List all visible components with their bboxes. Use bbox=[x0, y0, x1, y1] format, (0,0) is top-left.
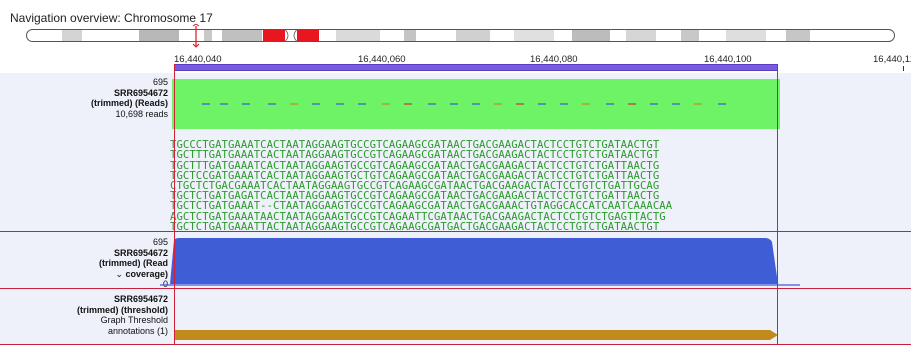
threshold-track-line3: Graph Threshold bbox=[100, 315, 168, 325]
coverage-graph[interactable] bbox=[160, 232, 800, 288]
threshold-annotation[interactable] bbox=[172, 329, 782, 341]
reads-track-subtitle: (trimmed) (Reads) bbox=[90, 98, 168, 108]
reads-max-value: 695 bbox=[152, 77, 168, 87]
reads-count: 10,698 reads bbox=[115, 108, 168, 119]
read-sequences[interactable]: TGCCCTGATGAAATCACTAATAGGAAGTGCCGTCAGAAGC… bbox=[170, 130, 672, 242]
navigation-title: Navigation overview: Chromosome 17 bbox=[10, 11, 213, 25]
threshold-track-subtitle: (trimmed) (threshold) bbox=[77, 304, 168, 315]
threshold-track-label: SRR6954672 (trimmed) (threshold) Graph T… bbox=[0, 294, 168, 336]
reads-track-name: SRR6954672 bbox=[113, 87, 168, 98]
tick-mark bbox=[903, 66, 904, 71]
threshold-track-line4: annotations (1) bbox=[107, 325, 168, 336]
threshold-track-name: SRR6954672 bbox=[113, 294, 168, 304]
tick-label: 16,440,12 bbox=[873, 54, 911, 65]
chromosome-ideogram[interactable] bbox=[26, 29, 895, 42]
coverage-track-subtitle: (trimmed) (Read bbox=[98, 258, 168, 268]
position-marker-icon[interactable] bbox=[192, 24, 200, 48]
reads-track-label: 695 SRR6954672 (trimmed) (Reads) 10,698 … bbox=[0, 77, 168, 119]
dropdown-caret-icon[interactable]: ⌄ bbox=[115, 269, 123, 279]
selection-range-bar[interactable] bbox=[174, 64, 778, 71]
reads-variant-dashes bbox=[202, 103, 726, 105]
coverage-max-value: 695 bbox=[152, 237, 168, 247]
coverage-track-label: 695 SRR6954672 (trimmed) (Read ⌄ coverag… bbox=[0, 237, 168, 290]
